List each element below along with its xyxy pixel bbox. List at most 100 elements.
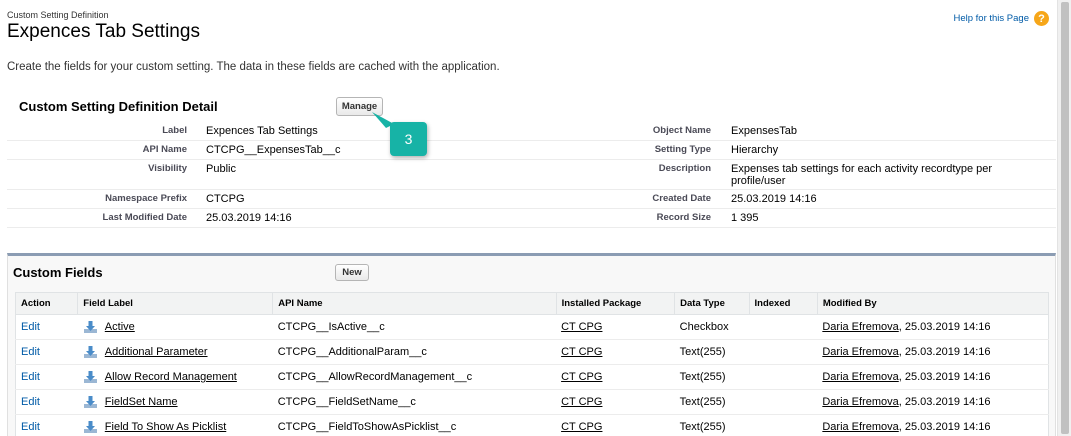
column-header[interactable]: Field Label	[77, 292, 274, 315]
column-header[interactable]: Data Type	[674, 292, 750, 315]
action-cell: Edit	[15, 339, 78, 365]
modified-by-link[interactable]: Daria Efremova	[822, 321, 898, 333]
modified-by-link[interactable]: Daria Efremova	[822, 346, 898, 358]
table-row: Edit Active CTCPG__IsActive__c CT CPG Ch…	[15, 314, 1049, 340]
table-row: Edit Field To Show As Picklist CTCPG__Fi…	[15, 414, 1049, 436]
page-description: Create the fields for your custom settin…	[7, 61, 500, 73]
custom-fields-title: Custom Fields	[13, 265, 103, 280]
detail-value: Hierarchy	[731, 144, 779, 156]
column-header[interactable]: Modified By	[817, 292, 1050, 315]
column-header[interactable]: Indexed	[749, 292, 818, 315]
download-icon[interactable]	[83, 345, 98, 359]
detail-value: Expences Tab Settings	[206, 125, 318, 137]
package-link[interactable]: CT CPG	[561, 346, 602, 358]
download-icon[interactable]	[83, 395, 98, 409]
edit-link[interactable]: Edit	[21, 346, 40, 358]
table-row: Edit Additional Parameter CTCPG__Additio…	[15, 339, 1049, 365]
modified-date: , 25.03.2019 14:16	[898, 396, 991, 408]
modified-date: , 25.03.2019 14:16	[898, 371, 991, 383]
modified-date: , 25.03.2019 14:16	[898, 421, 991, 433]
detail-label: Created Date	[652, 193, 711, 204]
indexed-cell	[749, 314, 818, 340]
table-row: Edit Allow Record Management CTCPG__Allo…	[15, 364, 1049, 390]
download-icon[interactable]	[83, 370, 98, 384]
package-link[interactable]: CT CPG	[561, 371, 602, 383]
action-cell: Edit	[15, 414, 78, 436]
field-label-link[interactable]: Field To Show As Picklist	[105, 421, 226, 433]
detail-label: Namespace Prefix	[105, 193, 187, 204]
detail-row: API Name CTCPG__ExpensesTab__c Setting Typ…	[7, 141, 1056, 160]
action-cell: Edit	[15, 364, 78, 390]
api-name-cell: CTCPG__AllowRecordManagement__c	[272, 364, 557, 390]
detail-row: Namespace Prefix CTCPG Created Date 25.03.2…	[7, 190, 1056, 209]
modified-date: , 25.03.2019 14:16	[898, 346, 991, 358]
package-cell: CT CPG	[556, 339, 675, 365]
edit-link[interactable]: Edit	[21, 371, 40, 383]
edit-link[interactable]: Edit	[21, 421, 40, 433]
detail-label: API Name	[142, 144, 187, 155]
detail-label: Object Name	[652, 125, 711, 136]
field-label-link[interactable]: Additional Parameter	[105, 346, 208, 358]
package-cell: CT CPG	[556, 389, 675, 415]
help-link-group[interactable]: Help for this Page ?	[953, 11, 1049, 26]
modified-date: , 25.03.2019 14:16	[898, 321, 991, 333]
field-label-link[interactable]: Active	[105, 321, 135, 333]
modified-by-link[interactable]: Daria Efremova	[822, 371, 898, 383]
field-label-cell: Active	[77, 314, 273, 340]
detail-value: 25.03.2019 14:16	[206, 212, 292, 224]
column-header[interactable]: Installed Package	[556, 292, 676, 315]
field-label-link[interactable]: Allow Record Management	[105, 371, 237, 383]
field-label-cell: Field To Show As Picklist	[77, 414, 273, 436]
vertical-scrollbar[interactable]	[1057, 0, 1071, 436]
breadcrumb: Custom Setting Definition	[7, 10, 109, 20]
scrollbar-thumb[interactable]	[1061, 2, 1069, 434]
indexed-cell	[749, 389, 818, 415]
detail-label: Last Modified Date	[102, 212, 187, 223]
column-header[interactable]: API Name	[272, 292, 557, 315]
data-type-cell: Checkbox	[674, 314, 750, 340]
package-link[interactable]: CT CPG	[561, 421, 602, 433]
table-row: Edit FieldSet Name CTCPG__FieldSetName__…	[15, 389, 1049, 415]
package-cell: CT CPG	[556, 364, 675, 390]
column-header[interactable]: Action	[15, 292, 79, 315]
detail-label: Visibility	[148, 163, 187, 174]
download-icon[interactable]	[83, 420, 98, 434]
data-type-cell: Text(255)	[674, 364, 750, 390]
detail-row: Visibility Public Description Expenses tab …	[7, 160, 1056, 190]
custom-fields-table: Action Field Label API Name Installed Packa…	[15, 292, 1050, 436]
table-header-row: Action Field Label API Name Installed Packa…	[15, 292, 1050, 315]
package-cell: CT CPG	[556, 414, 675, 436]
indexed-cell	[749, 414, 818, 436]
detail-value: CTCPG__ExpensesTab__c	[206, 144, 341, 156]
detail-label: Label	[162, 125, 187, 136]
modified-by-link[interactable]: Daria Efremova	[822, 421, 898, 433]
detail-value: 25.03.2019 14:16	[731, 193, 817, 205]
edit-link[interactable]: Edit	[21, 321, 40, 333]
detail-label: Setting Type	[654, 144, 711, 155]
field-label-cell: Additional Parameter	[77, 339, 273, 365]
detail-value: Public	[206, 163, 236, 175]
field-label-link[interactable]: FieldSet Name	[105, 396, 178, 408]
data-type-cell: Text(255)	[674, 339, 750, 365]
step-badge: 3	[390, 122, 427, 156]
question-icon[interactable]: ?	[1034, 11, 1049, 26]
edit-link[interactable]: Edit	[21, 396, 40, 408]
detail-label: Description	[658, 163, 711, 174]
download-icon[interactable]	[83, 320, 98, 334]
package-cell: CT CPG	[556, 314, 675, 340]
detail-value: Expenses tab settings for each activity …	[731, 163, 993, 187]
package-link[interactable]: CT CPG	[561, 321, 602, 333]
detail-value: 1 395	[731, 212, 759, 224]
field-label-cell: FieldSet Name	[77, 389, 273, 415]
new-field-button[interactable]: New	[335, 264, 369, 281]
page-title: Expences Tab Settings	[7, 21, 200, 42]
modified-by-cell: Daria Efremova, 25.03.2019 14:16	[817, 314, 1049, 340]
custom-fields-section: Custom Fields New Action Field Label API N…	[7, 253, 1056, 436]
help-link[interactable]: Help for this Page	[953, 13, 1029, 24]
modified-by-cell: Daria Efremova, 25.03.2019 14:16	[817, 364, 1049, 390]
modified-by-link[interactable]: Daria Efremova	[822, 396, 898, 408]
action-cell: Edit	[15, 389, 78, 415]
package-link[interactable]: CT CPG	[561, 396, 602, 408]
detail-label: Record Size	[656, 212, 711, 223]
api-name-cell: CTCPG__FieldSetName__c	[272, 389, 557, 415]
